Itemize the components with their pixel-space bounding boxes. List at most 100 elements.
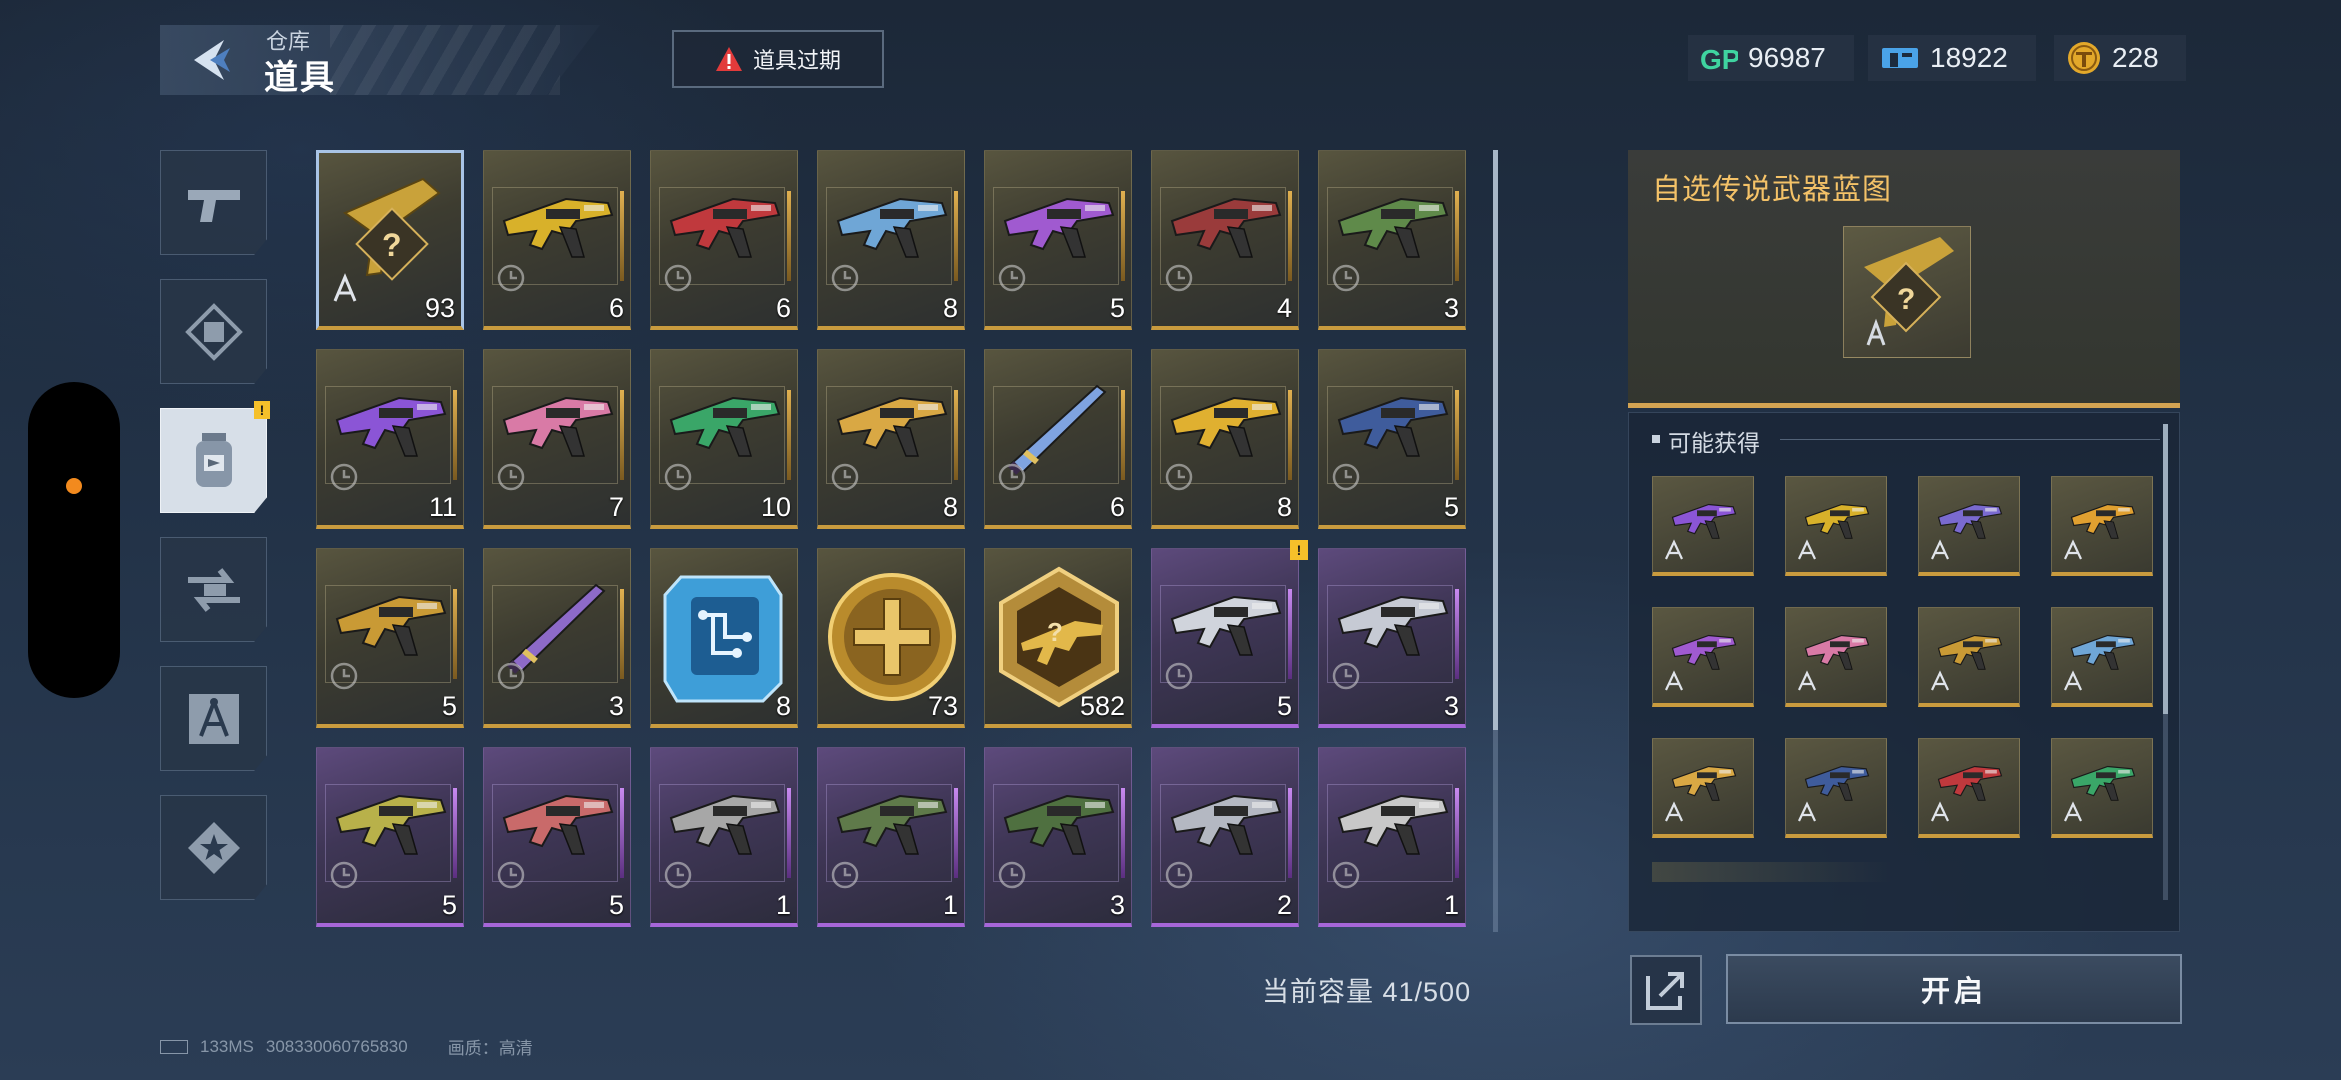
inventory-item[interactable]: 5 bbox=[316, 548, 464, 728]
inventory-item[interactable]: 11 bbox=[316, 349, 464, 529]
item-quantity: 582 bbox=[1079, 691, 1125, 721]
timer-icon bbox=[998, 861, 1026, 889]
blueprint-compass-icon bbox=[1798, 539, 1816, 560]
inventory-item[interactable]: 6 bbox=[984, 349, 1132, 529]
item-quantity: 8 bbox=[942, 293, 958, 323]
timer-icon bbox=[664, 463, 692, 491]
ticket-amount: 18922 bbox=[1930, 42, 2008, 73]
inventory-grid: ? 93 6 6 8 5 4 3 11 7 10 8 6 8 5 5 3 8 73? 582 5 3 5 5 1 1 3 2 1 bbox=[316, 150, 1472, 927]
rarity-stripe bbox=[1121, 788, 1125, 878]
expired-items-button[interactable]: 道具过期 bbox=[672, 30, 884, 88]
currency-gp[interactable]: GP 96987 bbox=[1688, 35, 1854, 81]
rarity-stripe bbox=[1288, 788, 1292, 878]
inventory-item[interactable]: 73 bbox=[817, 548, 965, 728]
currency-ticket[interactable]: 18922 bbox=[1868, 35, 2036, 81]
timer-icon bbox=[1332, 463, 1360, 491]
item-quantity: 5 bbox=[441, 691, 457, 721]
inventory-item[interactable]: 5 bbox=[483, 747, 631, 927]
inventory-item[interactable]: 8 bbox=[817, 349, 965, 529]
inventory-item[interactable]: 3 bbox=[1318, 548, 1466, 728]
rewards-scroll-thumb[interactable] bbox=[2163, 424, 2168, 714]
inventory-item[interactable]: 10 bbox=[650, 349, 798, 529]
timer-icon bbox=[497, 264, 525, 292]
rarity-stripe bbox=[453, 589, 457, 679]
item-quantity: 8 bbox=[775, 691, 791, 721]
inventory-item[interactable]: 5 bbox=[1151, 548, 1299, 728]
open-button[interactable]: 开启 bbox=[1726, 954, 2182, 1024]
inventory-item[interactable]: 5 bbox=[984, 150, 1132, 330]
rarity-stripe bbox=[1455, 788, 1459, 878]
rarity-stripe bbox=[453, 788, 457, 878]
inventory-item[interactable]: ? 93 bbox=[316, 150, 464, 330]
timer-icon bbox=[831, 264, 859, 292]
blueprint-compass-icon bbox=[1931, 670, 1949, 691]
tab-items[interactable] bbox=[160, 408, 267, 513]
back-button[interactable] bbox=[180, 30, 240, 90]
item-quantity: 3 bbox=[608, 691, 624, 721]
rewards-fade bbox=[1652, 862, 1892, 882]
tab-blueprints[interactable] bbox=[160, 666, 267, 771]
reward-item[interactable] bbox=[1785, 738, 1887, 838]
tab-exchange[interactable] bbox=[160, 537, 267, 642]
item-quantity: 2 bbox=[1276, 890, 1292, 920]
blueprint-compass-icon bbox=[188, 693, 239, 744]
inventory-item[interactable]: 3 bbox=[483, 548, 631, 728]
inventory-item[interactable]: 5 bbox=[316, 747, 464, 927]
inventory-item[interactable]: ? 582 bbox=[984, 548, 1132, 728]
inventory-item[interactable]: 8 bbox=[650, 548, 798, 728]
inventory-item[interactable]: 6 bbox=[483, 150, 631, 330]
inventory-item[interactable]: 1 bbox=[817, 747, 965, 927]
timer-icon bbox=[998, 264, 1026, 292]
mystery-blueprint-icon: ? bbox=[1864, 237, 1954, 346]
tab-weapons[interactable] bbox=[160, 150, 267, 255]
inventory-item[interactable]: 8 bbox=[817, 150, 965, 330]
inventory-item[interactable]: 8 bbox=[1151, 349, 1299, 529]
tab-badges[interactable] bbox=[160, 795, 267, 900]
reward-item[interactable] bbox=[2051, 607, 2153, 707]
inventory-item[interactable]: 6 bbox=[650, 150, 798, 330]
currency-coin[interactable]: 228 bbox=[2054, 35, 2186, 81]
floating-handle[interactable] bbox=[28, 382, 120, 698]
timer-icon bbox=[664, 264, 692, 292]
coin-icon bbox=[2068, 42, 2100, 74]
reward-item[interactable] bbox=[2051, 738, 2153, 838]
item-quantity: 11 bbox=[428, 492, 457, 522]
inventory-item[interactable]: 3 bbox=[984, 747, 1132, 927]
inventory-item[interactable]: 4 bbox=[1151, 150, 1299, 330]
blueprint-compass-icon bbox=[1798, 670, 1816, 691]
inventory-item[interactable]: 5 bbox=[1318, 349, 1466, 529]
rarity-stripe bbox=[1288, 390, 1292, 480]
inventory-scroll-thumb[interactable] bbox=[1493, 150, 1498, 730]
inventory-item[interactable]: 1 bbox=[650, 747, 798, 927]
inventory-item[interactable]: 7 bbox=[483, 349, 631, 529]
rarity-stripe bbox=[1288, 589, 1292, 679]
inventory-item[interactable]: 3 bbox=[1318, 150, 1466, 330]
rewards-section-title: 可能获得 bbox=[1668, 430, 1760, 456]
ticket-icon bbox=[1882, 48, 1918, 68]
header-decor bbox=[330, 25, 560, 95]
expired-items-label: 道具过期 bbox=[752, 48, 841, 73]
reward-item[interactable] bbox=[1918, 607, 2020, 707]
svg-text:?: ? bbox=[1897, 283, 1915, 316]
rarity-stripe bbox=[620, 589, 624, 679]
reward-item[interactable] bbox=[1652, 738, 1754, 838]
reward-item[interactable] bbox=[1918, 476, 2020, 576]
reward-item[interactable] bbox=[1652, 476, 1754, 576]
inventory-item[interactable]: 2 bbox=[1151, 747, 1299, 927]
timer-icon bbox=[1165, 463, 1193, 491]
item-quantity: 7 bbox=[608, 492, 624, 522]
rarity-stripe bbox=[954, 788, 958, 878]
timer-icon bbox=[330, 463, 358, 491]
item-quantity: 5 bbox=[608, 890, 624, 920]
reward-item[interactable] bbox=[1785, 476, 1887, 576]
reward-item[interactable] bbox=[1652, 607, 1754, 707]
rarity-stripe bbox=[453, 390, 457, 480]
item-quantity: 5 bbox=[1109, 293, 1125, 323]
tab-skins[interactable] bbox=[160, 279, 267, 384]
blueprint-compass-icon bbox=[1665, 539, 1683, 560]
reward-item[interactable] bbox=[1918, 738, 2020, 838]
reward-item[interactable] bbox=[1785, 607, 1887, 707]
reward-item[interactable] bbox=[2051, 476, 2153, 576]
share-button[interactable] bbox=[1630, 955, 1702, 1025]
inventory-item[interactable]: 1 bbox=[1318, 747, 1466, 927]
